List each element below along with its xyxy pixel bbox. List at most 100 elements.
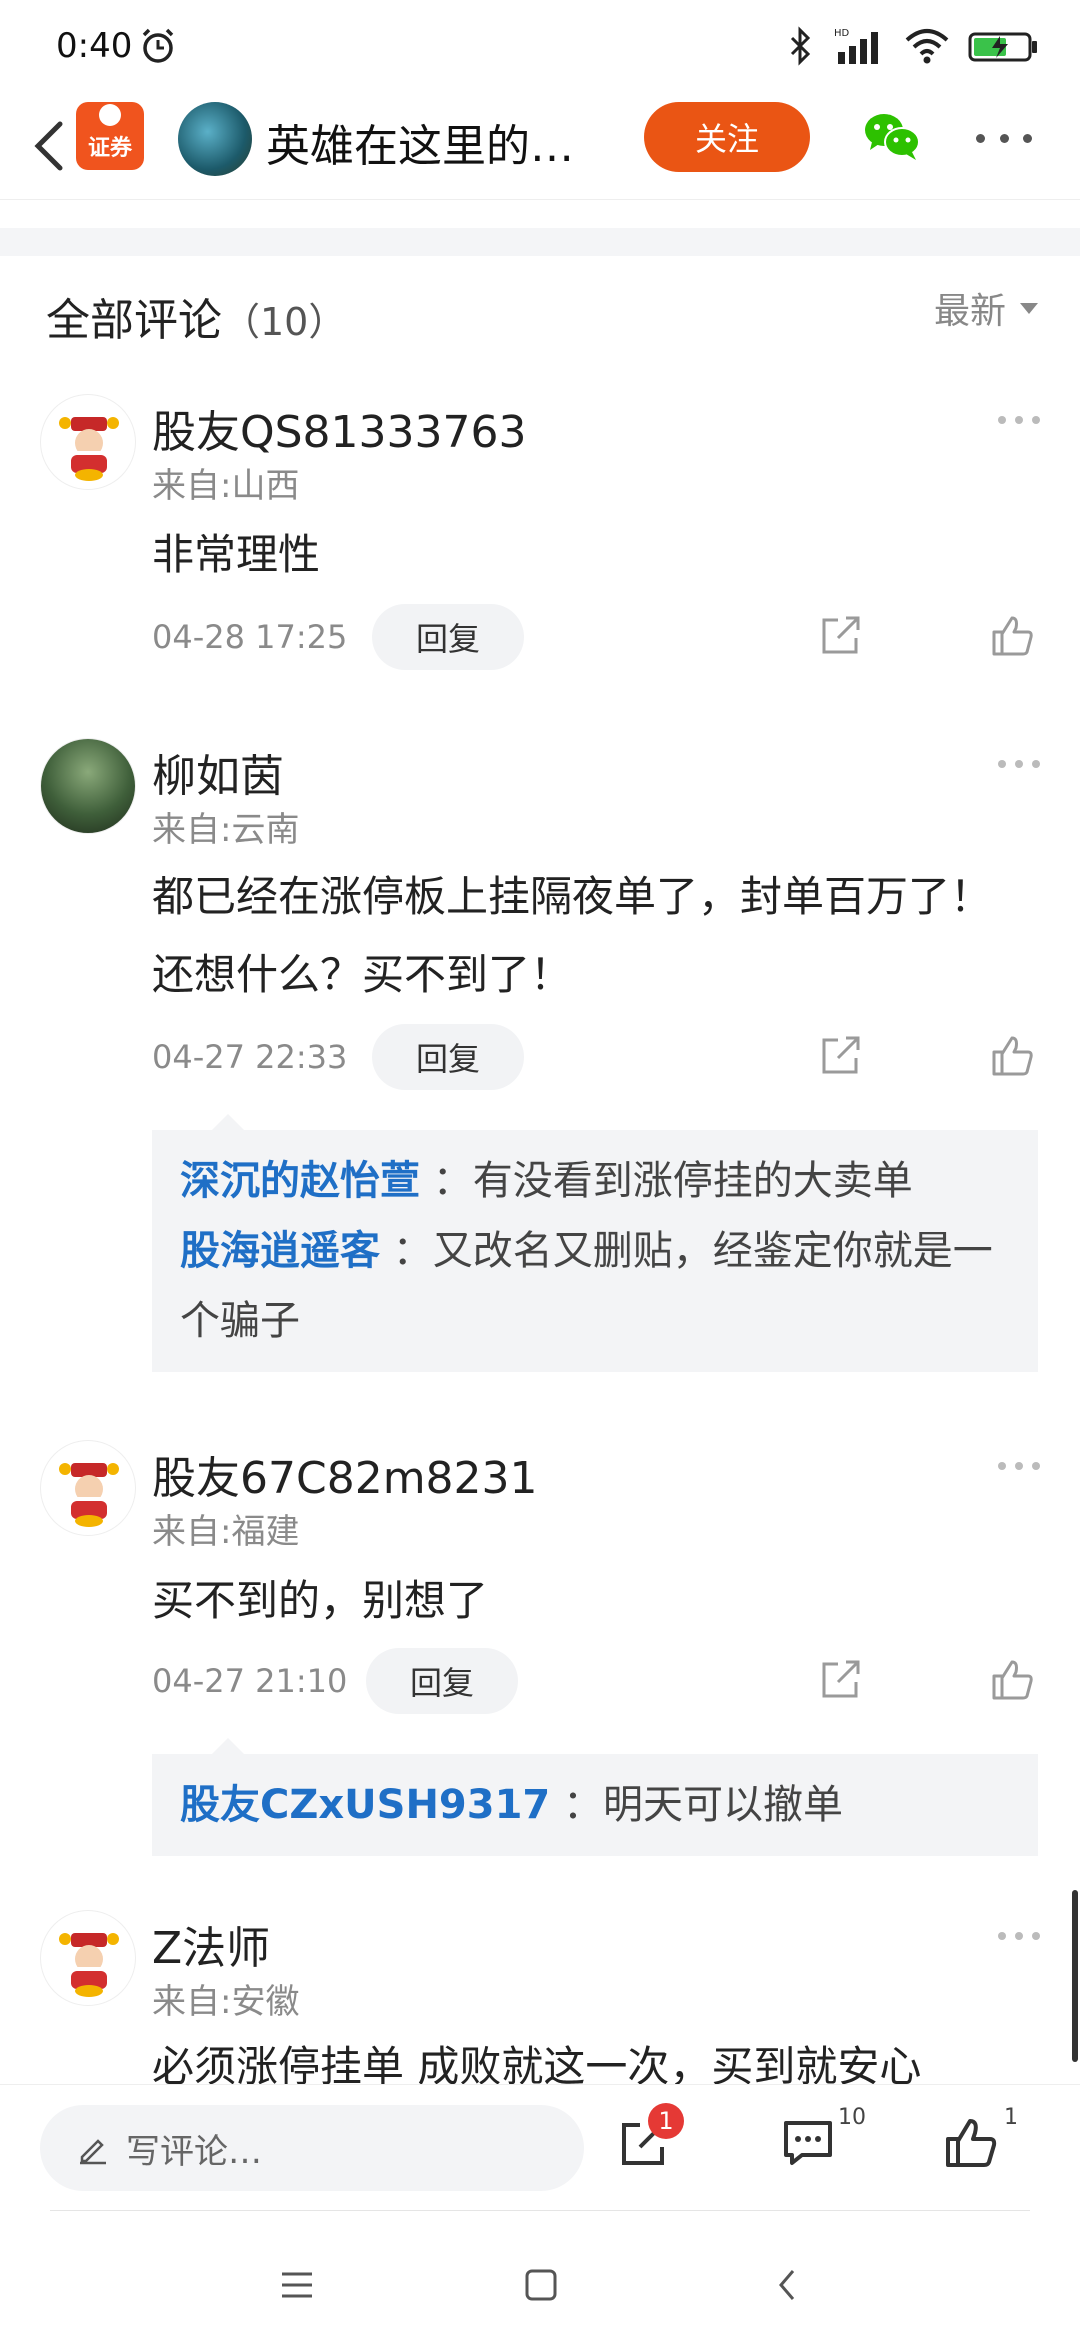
- reply-text: ：明天可以撤单: [562, 1782, 843, 1828]
- reply-user[interactable]: 股海逍遥客: [180, 1228, 380, 1274]
- like-icon: [946, 2119, 997, 2167]
- comment-text: 买不到的，别想了: [152, 1576, 489, 1625]
- comment-item: Z法师 来自:安徽 必须涨停挂单 成败就这一次，买到就安心: [0, 1910, 1080, 2084]
- comment-meta: 04-27 22:33 回复: [152, 1024, 1052, 1090]
- comments-title: 全部评论（10）: [46, 284, 346, 348]
- dropdown-arrow-icon: [1020, 302, 1038, 314]
- share-icon[interactable]: [818, 1656, 864, 1702]
- menu-button[interactable]: [272, 2260, 322, 2310]
- reply-thread: 股友CZxUSH9317 ：明天可以撤单: [152, 1738, 1038, 1856]
- nav-back-button[interactable]: [762, 2260, 812, 2310]
- back-icon: [34, 121, 63, 171]
- comments-count: （10）: [222, 300, 347, 344]
- reply-user[interactable]: 深沉的赵怡萱: [180, 1158, 420, 1204]
- signal-icon: HD: [834, 28, 878, 64]
- fortune-god-avatar-icon: [59, 1933, 119, 1997]
- edit-icon: [80, 2139, 106, 2165]
- share-button[interactable]: 1: [616, 2103, 684, 2175]
- like-icon[interactable]: [988, 1656, 1036, 1704]
- more-icon[interactable]: [976, 128, 1032, 148]
- comment-item: 股友QS81333763 来自:山西 非常理性 04-28 17:25 回复: [0, 394, 1080, 694]
- divider: [50, 2210, 1030, 2211]
- reply-text: ：有没看到涨停挂的大卖单: [432, 1158, 913, 1204]
- like-count: 1: [1004, 2105, 1018, 2130]
- comment-more-icon[interactable]: [998, 1932, 1040, 1942]
- comment-input[interactable]: 写评论…: [40, 2105, 584, 2191]
- commenter-location: 来自:山西: [152, 466, 300, 506]
- section-divider: [0, 228, 1080, 256]
- logo-mark-icon: [99, 104, 121, 126]
- status-time: 0:40: [56, 26, 133, 66]
- commenter-avatar[interactable]: [40, 738, 136, 834]
- post-header: 证券 英雄在这里的… 关注: [0, 92, 1080, 200]
- alarm-icon: [142, 28, 174, 63]
- comment-text: 非常理性: [152, 530, 321, 579]
- comment-more-icon[interactable]: [998, 416, 1040, 426]
- comment-date: 04-28 17:25: [152, 618, 348, 656]
- commenter-location: 来自:福建: [152, 1512, 300, 1552]
- fortune-god-avatar-icon: [59, 1463, 119, 1527]
- share-icon[interactable]: [818, 1032, 864, 1078]
- status-bar: 0:40 HD: [0, 0, 1080, 92]
- comment-item: 股友67C82m8231 来自:福建 买不到的，别想了 04-27 21:10 …: [0, 1440, 1080, 1860]
- fortune-god-avatar-icon: [59, 417, 119, 481]
- comment-meta: 04-27 21:10 回复: [152, 1648, 1052, 1714]
- reply-item[interactable]: 股海逍遥客 ：又改名又删贴，经鉴定你就是一个骗子: [180, 1216, 1010, 1356]
- reply-button[interactable]: 回复: [372, 604, 524, 670]
- post-title[interactable]: 英雄在这里的…: [266, 110, 626, 174]
- reply-item[interactable]: 股友CZxUSH9317 ：明天可以撤单: [180, 1770, 1010, 1840]
- reply-item[interactable]: 深沉的赵怡萱 ：有没看到涨停挂的大卖单: [180, 1146, 1010, 1216]
- commenter-name[interactable]: 股友QS81333763: [152, 396, 527, 460]
- commenter-avatar[interactable]: [40, 394, 136, 490]
- comment-more-icon[interactable]: [998, 1462, 1040, 1472]
- status-icons: HD: [786, 24, 1040, 68]
- comment-item: 柳如茵 来自:云南 都已经在涨停板上挂隔夜单了，封单百万了！还想什么？买不到了！…: [0, 738, 1080, 1388]
- comment-more-icon[interactable]: [998, 760, 1040, 770]
- reply-user[interactable]: 股友CZxUSH9317: [180, 1782, 550, 1828]
- like-button[interactable]: 1: [942, 2105, 1018, 2175]
- comment-text: 必须涨停挂单 成败就这一次，买到就安心: [152, 2042, 922, 2084]
- like-icon[interactable]: [988, 612, 1036, 660]
- scrollbar[interactable]: [1072, 1890, 1078, 2062]
- commenter-avatar[interactable]: [40, 1910, 136, 2006]
- comment-count: 10: [838, 2105, 866, 2130]
- sort-dropdown[interactable]: 最新: [934, 282, 1038, 334]
- comment-icon: [784, 2121, 832, 2165]
- comment-date: 04-27 22:33: [152, 1038, 348, 1076]
- author-avatar[interactable]: [178, 102, 252, 176]
- menu-icon: [282, 2272, 312, 2298]
- commenter-name[interactable]: 柳如茵: [152, 740, 284, 804]
- wifi-icon: [905, 29, 949, 64]
- follow-button[interactable]: 关注: [644, 102, 810, 172]
- home-icon: [525, 2269, 557, 2301]
- share-badge: 1: [648, 2103, 684, 2139]
- home-button[interactable]: [516, 2260, 566, 2310]
- commenter-name[interactable]: 股友67C82m8231: [152, 1442, 538, 1506]
- comment-date: 04-27 21:10: [152, 1662, 348, 1700]
- reply-button[interactable]: 回复: [366, 1648, 518, 1714]
- sort-label: 最新: [933, 291, 1006, 332]
- bluetooth-icon: [790, 26, 811, 66]
- app-logo-text: 证券: [87, 136, 132, 161]
- bottom-action-bar: 写评论… 1 10 1: [0, 2084, 1080, 2210]
- comment-text: 都已经在涨停板上挂隔夜单了，封单百万了！还想什么？买不到了！: [152, 872, 993, 999]
- commenter-location: 来自:云南: [152, 810, 300, 850]
- nav-back-icon: [779, 2270, 795, 2300]
- system-nav-bar: [0, 2230, 1080, 2340]
- battery-icon: [968, 32, 1037, 62]
- reply-button[interactable]: 回复: [372, 1024, 524, 1090]
- reply-thread: 深沉的赵怡萱 ：有没看到涨停挂的大卖单 股海逍遥客 ：又改名又删贴，经鉴定你就是…: [152, 1114, 1038, 1372]
- share-icon[interactable]: [818, 612, 864, 658]
- comments-button[interactable]: 10: [780, 2105, 866, 2175]
- wechat-icon[interactable]: [862, 110, 922, 162]
- comment-input-placeholder: 写评论…: [126, 2131, 262, 2172]
- app-logo[interactable]: 证券: [76, 102, 144, 170]
- comment-meta: 04-28 17:25 回复: [152, 604, 1052, 670]
- like-icon[interactable]: [988, 1032, 1036, 1080]
- commenter-avatar[interactable]: [40, 1440, 136, 1536]
- commenter-name[interactable]: Z法师: [152, 1912, 270, 1976]
- comments-title-label: 全部评论: [46, 295, 222, 346]
- commenter-location: 来自:安徽: [152, 1982, 300, 2022]
- back-button[interactable]: [20, 108, 80, 184]
- svg-text:HD: HD: [834, 28, 850, 39]
